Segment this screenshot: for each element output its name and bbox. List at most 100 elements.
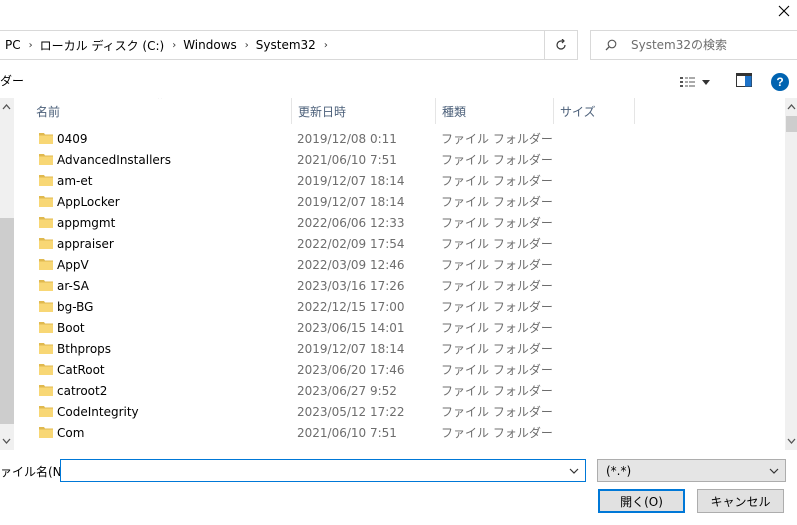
file-date: 2023/05/12 17:22: [297, 404, 405, 419]
file-type: ファイル フォルダー: [441, 279, 553, 293]
folder-icon: [39, 406, 53, 417]
folder-icon: [39, 154, 53, 165]
breadcrumb-item[interactable]: System32: [256, 38, 316, 52]
table-row[interactable]: CodeIntegrity 2023/05/12 17:22 ファイル フォルダー: [14, 401, 785, 422]
file-name: CatRoot: [57, 362, 105, 377]
file-date: 2019/12/07 18:14: [297, 194, 405, 209]
file-type: ファイル フォルダー: [441, 216, 553, 230]
file-type: ファイル フォルダー: [441, 132, 553, 146]
search-icon: [605, 39, 617, 51]
file-date: 2021/06/10 7:51: [297, 425, 397, 440]
column-date[interactable]: 更新日時: [292, 98, 436, 124]
file-name: Boot: [57, 320, 85, 335]
file-name: appmgmt: [57, 215, 116, 230]
column-date-label: 更新日時: [298, 104, 347, 119]
folder-icon: [39, 259, 53, 270]
table-row[interactable]: bg-BG 2022/12/15 17:00 ファイル フォルダー: [14, 296, 785, 317]
file-list-scroll-thumb[interactable]: [786, 116, 797, 132]
file-list[interactable]: 名前 ⌃ 更新日時 種類 サイズ 0409 2019/12/08 0:11 ファイル…: [14, 98, 785, 450]
search-input[interactable]: [631, 38, 791, 52]
file-date: 2019/12/07 18:14: [297, 173, 405, 188]
close-button[interactable]: [770, 0, 797, 22]
address-bar[interactable]: PC › ローカル ディスク (C:) › Windows › System32 ›: [0, 30, 578, 60]
help-icon: ?: [776, 75, 784, 89]
file-name: 0409: [57, 131, 88, 146]
table-row[interactable]: Com 2021/06/10 7:51 ファイル フォルダー: [14, 422, 785, 443]
open-button[interactable]: 開く(O): [598, 489, 685, 513]
breadcrumb-separator-icon[interactable]: ›: [245, 40, 249, 51]
breadcrumb-separator-icon[interactable]: ›: [172, 40, 176, 51]
table-row[interactable]: CatRoot 2023/06/20 17:46 ファイル フォルダー: [14, 359, 785, 380]
table-row[interactable]: AppV 2022/03/09 12:46 ファイル フォルダー: [14, 254, 785, 275]
column-header: 名前 ⌃ 更新日時 種類 サイズ: [14, 98, 785, 124]
breadcrumb-item[interactable]: Windows: [183, 38, 237, 52]
breadcrumb-item[interactable]: PC: [5, 38, 21, 52]
refresh-button[interactable]: [544, 30, 578, 60]
folder-icon: [39, 364, 53, 375]
column-type[interactable]: 種類: [436, 98, 554, 124]
filename-input[interactable]: [61, 460, 569, 481]
file-type-filter[interactable]: (*.*): [597, 459, 786, 482]
table-row[interactable]: 0409 2019/12/08 0:11 ファイル フォルダー: [14, 128, 785, 149]
preview-pane-button[interactable]: [736, 73, 754, 91]
file-type: ファイル フォルダー: [441, 342, 553, 356]
column-type-label: 種類: [442, 104, 467, 119]
search-box[interactable]: [590, 30, 797, 60]
file-type: ファイル フォルダー: [441, 426, 553, 440]
help-button[interactable]: ?: [771, 73, 789, 91]
folder-icon: [39, 133, 53, 144]
folder-icon: [39, 238, 53, 249]
view-menu-button[interactable]: [680, 73, 718, 91]
table-row[interactable]: appraiser 2022/02/09 17:54 ファイル フォルダー: [14, 233, 785, 254]
folder-icon: [39, 217, 53, 228]
file-list-scrollbar[interactable]: [785, 98, 797, 450]
file-name: appraiser: [57, 236, 114, 251]
filename-combobox[interactable]: [60, 459, 586, 482]
folder-icon: [39, 385, 53, 396]
breadcrumb-item[interactable]: ローカル ディスク (C:): [40, 37, 165, 54]
table-row[interactable]: ar-SA 2023/03/16 17:26 ファイル フォルダー: [14, 275, 785, 296]
file-date: 2023/06/15 14:01: [297, 320, 405, 335]
file-date: 2023/06/20 17:46: [297, 362, 405, 377]
toolbar-new-folder-label[interactable]: ダー: [0, 72, 24, 89]
cancel-button[interactable]: キャンセル: [697, 489, 784, 513]
breadcrumb-separator-icon[interactable]: ›: [324, 40, 328, 51]
caret-down-icon: [702, 79, 710, 85]
folder-icon: [39, 343, 53, 354]
file-name: CodeIntegrity: [57, 404, 139, 419]
breadcrumb: PC › ローカル ディスク (C:) › Windows › System32 ›: [0, 37, 335, 54]
file-type: ファイル フォルダー: [441, 405, 553, 419]
breadcrumb-separator-icon[interactable]: ›: [29, 40, 33, 51]
column-size-label: サイズ: [560, 104, 596, 119]
folder-icon: [39, 301, 53, 312]
table-row[interactable]: AdvancedInstallers 2021/06/10 7:51 ファイル フォ…: [14, 149, 785, 170]
file-name: AppLocker: [57, 194, 120, 209]
table-row[interactable]: Bthprops 2019/12/07 18:14 ファイル フォルダー: [14, 338, 785, 359]
table-row[interactable]: am-et 2019/12/07 18:14 ファイル フォルダー: [14, 170, 785, 191]
chevron-down-icon: [769, 468, 779, 474]
file-type: ファイル フォルダー: [441, 363, 553, 377]
file-name: am-et: [57, 173, 93, 188]
left-pane-scroll-thumb[interactable]: [0, 218, 14, 424]
folder-icon: [39, 427, 53, 438]
sort-ascending-icon: ⌃: [156, 98, 165, 106]
column-size[interactable]: サイズ: [554, 98, 635, 124]
scroll-down-icon: [787, 438, 796, 444]
folder-icon: [39, 175, 53, 186]
file-type: ファイル フォルダー: [441, 300, 553, 314]
preview-pane-icon: [736, 73, 752, 87]
chevron-down-icon[interactable]: [569, 468, 579, 474]
file-type: ファイル フォルダー: [441, 174, 553, 188]
file-date: 2019/12/07 18:14: [297, 341, 405, 356]
file-type: ファイル フォルダー: [441, 321, 553, 335]
scroll-down-icon: [2, 438, 11, 444]
table-row[interactable]: AppLocker 2019/12/07 18:14 ファイル フォルダー: [14, 191, 785, 212]
file-date: 2023/06/27 9:52: [297, 383, 397, 398]
table-row[interactable]: catroot2 2023/06/27 9:52 ファイル フォルダー: [14, 380, 785, 401]
file-date: 2021/06/10 7:51: [297, 152, 397, 167]
file-type: ファイル フォルダー: [441, 237, 553, 251]
table-row[interactable]: appmgmt 2022/06/06 12:33 ファイル フォルダー: [14, 212, 785, 233]
file-name: Bthprops: [57, 341, 112, 356]
file-name: ar-SA: [57, 278, 89, 293]
table-row[interactable]: Boot 2023/06/15 14:01 ファイル フォルダー: [14, 317, 785, 338]
